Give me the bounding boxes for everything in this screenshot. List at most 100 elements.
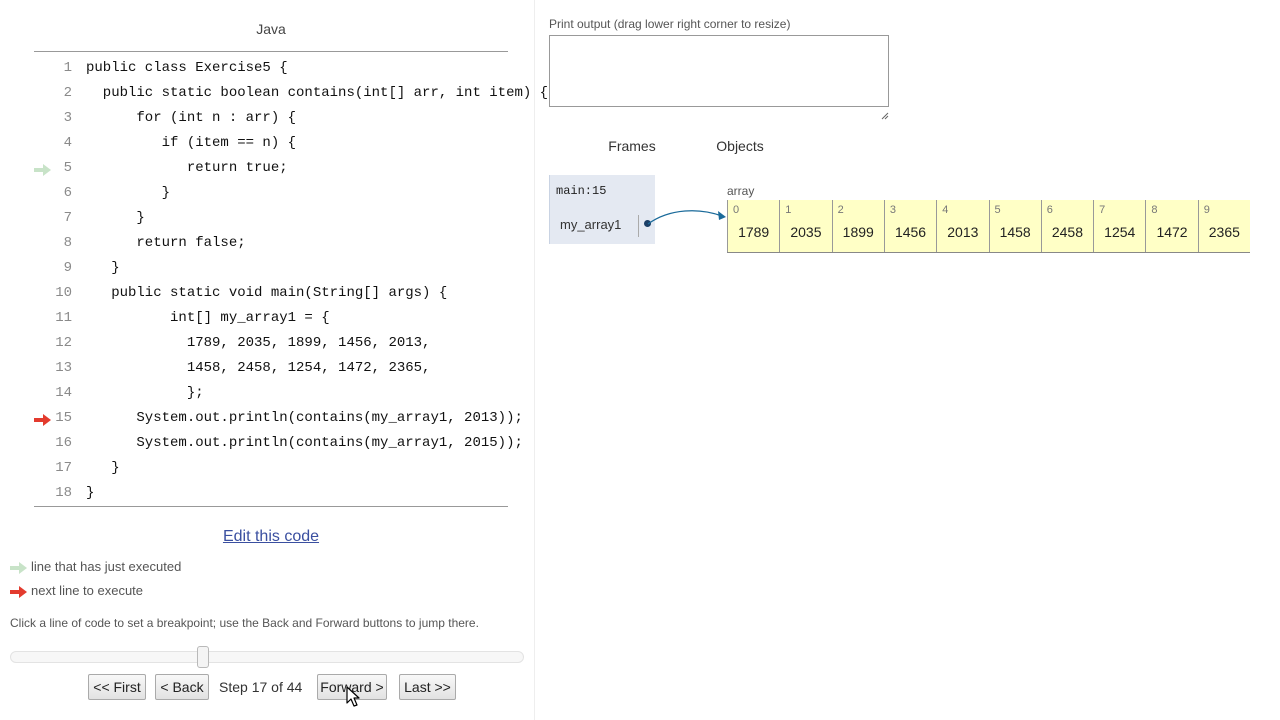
code-text: int[] my_array1 = { <box>86 310 330 326</box>
code-listing: 1 public class Exercise5 {2 public static… <box>34 51 548 507</box>
code-text: } <box>86 210 145 226</box>
array-cell: 0 1789 <box>727 200 779 252</box>
code-line[interactable]: 12 1789, 2035, 1899, 1456, 2013, <box>34 331 508 356</box>
legend-just-executed-label: line that has just executed <box>31 559 182 574</box>
line-number: 11 <box>55 310 72 326</box>
reference-arrow <box>647 210 726 225</box>
code-text: System.out.println(contains(my_array1, 2… <box>86 435 523 451</box>
array-value: 2013 <box>947 224 979 240</box>
array-value: 2035 <box>790 224 822 240</box>
array-cell: 3 1456 <box>883 200 936 252</box>
gutter-marker <box>34 206 52 231</box>
mouse-cursor-icon <box>346 686 360 707</box>
gutter-marker <box>34 456 52 481</box>
frame-title: main:15 <box>556 184 607 198</box>
array-value: 2458 <box>1051 224 1084 240</box>
gutter-marker <box>34 181 52 206</box>
array-index: 5 <box>994 204 1001 216</box>
code-line[interactable]: 6 } <box>34 181 508 206</box>
gutter-marker <box>34 331 52 356</box>
array-index: 2 <box>837 204 844 216</box>
red-arrow-icon <box>10 586 27 598</box>
array-cell: 8 1472 <box>1145 200 1197 252</box>
line-number: 15 <box>55 410 72 426</box>
code-line[interactable]: 18} <box>34 481 508 506</box>
code-line[interactable]: 5 return true; <box>34 156 508 181</box>
code-line[interactable]: 11 int[] my_array1 = { <box>34 306 508 331</box>
line-number: 10 <box>55 285 72 301</box>
breakpoint-hint: Click a line of code to set a breakpoint… <box>10 616 479 630</box>
step-counter: Step 17 of 44 <box>219 679 303 695</box>
code-line[interactable]: 4 if (item == n) { <box>34 131 508 156</box>
code-line[interactable]: 9 } <box>34 256 508 281</box>
array-value: 2365 <box>1208 224 1240 240</box>
line-number: 12 <box>55 335 72 351</box>
array-cell: 2 1899 <box>831 200 884 252</box>
step-slider[interactable] <box>10 651 524 663</box>
code-line[interactable]: 1 public class Exercise5 { <box>34 56 508 81</box>
gutter-marker <box>34 131 52 156</box>
code-text: } <box>86 185 171 201</box>
code-text: } <box>86 460 120 476</box>
gutter-marker <box>34 381 52 406</box>
legend-next-line-label: next line to execute <box>31 583 144 598</box>
array-object: 0 1789 1 2035 2 1899 3 1456 4 2013 5 1458 6 2458 7 1254… <box>727 200 1250 253</box>
array-cell: 1 2035 <box>779 200 831 252</box>
gutter-marker <box>34 281 52 306</box>
line-number: 16 <box>55 435 72 451</box>
code-line[interactable]: 3 for (int n : arr) { <box>34 106 508 131</box>
code-text: if (item == n) { <box>86 135 297 151</box>
print-output-box[interactable] <box>549 35 889 107</box>
array-value: 1458 <box>999 224 1031 240</box>
array-type-label: array <box>727 184 755 198</box>
array-cell: 9 2365 <box>1197 200 1250 252</box>
array-index: 6 <box>1046 204 1053 216</box>
code-text: public static void main(String[] args) { <box>86 285 448 301</box>
line-number: 14 <box>55 385 72 401</box>
gutter-marker <box>34 106 52 131</box>
code-line[interactable]: 14 }; <box>34 381 508 406</box>
code-pane: Java 1 public class Exercise5 {2 public s… <box>0 0 548 720</box>
code-text: } <box>86 260 120 276</box>
edit-code-link[interactable]: Edit this code <box>34 528 508 546</box>
line-number: 2 <box>63 85 72 101</box>
array-cell: 4 2013 <box>936 200 988 252</box>
array-value: 1899 <box>842 224 874 240</box>
language-title: Java <box>256 21 286 37</box>
array-index: 9 <box>1203 204 1210 216</box>
code-text: } <box>86 485 95 501</box>
code-line[interactable]: 17 } <box>34 456 508 481</box>
line-number: 4 <box>63 135 72 151</box>
first-button[interactable]: << First <box>88 674 146 700</box>
line-number: 3 <box>63 110 72 126</box>
objects-header: Objects <box>716 138 764 154</box>
just-executed-arrow-icon <box>34 156 52 181</box>
code-line[interactable]: 2 public static boolean contains(int[] a… <box>34 81 548 106</box>
code-text: public class Exercise5 { <box>86 60 288 76</box>
array-value: 1254 <box>1104 224 1136 240</box>
line-number: 5 <box>63 160 72 176</box>
code-line[interactable]: 8 return false; <box>34 231 508 256</box>
variable-divider <box>638 215 639 237</box>
array-index: 8 <box>1151 204 1158 216</box>
back-button[interactable]: < Back <box>155 674 209 700</box>
code-line[interactable]: 16 System.out.println(contains(my_array1… <box>34 431 523 456</box>
line-number: 7 <box>63 210 72 226</box>
step-slider-handle[interactable] <box>197 646 209 668</box>
code-text: }; <box>86 385 204 401</box>
code-line[interactable]: 10 public static void main(String[] args… <box>34 281 508 306</box>
array-cell: 7 1254 <box>1093 200 1145 252</box>
line-number: 13 <box>55 360 72 376</box>
code-line[interactable]: 7 } <box>34 206 508 231</box>
gutter-marker <box>34 481 52 506</box>
line-number: 17 <box>55 460 72 476</box>
line-number: 6 <box>63 185 72 201</box>
array-index: 0 <box>733 204 740 216</box>
last-button[interactable]: Last >> <box>399 674 456 700</box>
print-output-label: Print output (drag lower right corner to… <box>549 17 791 31</box>
code-line[interactable]: 15 System.out.println(contains(my_array1… <box>34 406 523 431</box>
code-line[interactable]: 13 1458, 2458, 1254, 1472, 2365, <box>34 356 508 381</box>
line-number: 8 <box>63 235 72 251</box>
code-text: 1458, 2458, 1254, 1472, 2365, <box>86 360 431 376</box>
resize-grip-icon[interactable] <box>881 112 889 120</box>
